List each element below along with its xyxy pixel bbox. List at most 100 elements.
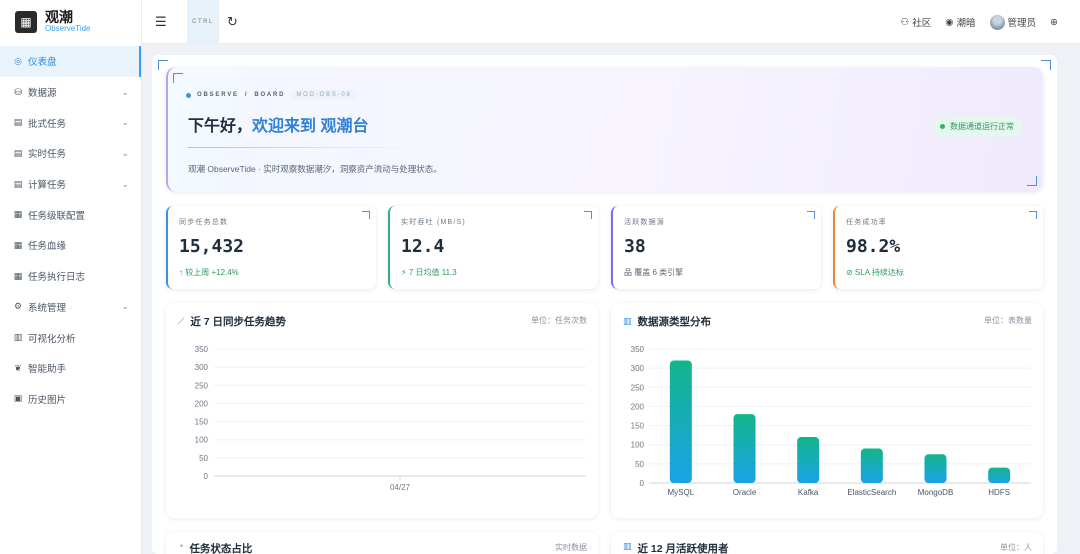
sidebar-item[interactable]: ⚙ 系统管理 ⌄ [0, 292, 141, 323]
source-chart-card: ▥ 数据源类型分布 单位：表数量 0 50 100 150 200 250 300 350 MyS… [611, 303, 1043, 518]
sidebar-item[interactable]: ▤ 实时任务 ⌄ [0, 138, 141, 169]
sidebar-item[interactable]: ▦ 任务执行日志 [0, 261, 141, 292]
sidebar-item-icon: ⛁ [14, 86, 22, 97]
community-icon: ⚇ [900, 16, 910, 28]
sidebar-item-label: 任务级联配置 [28, 210, 86, 222]
sidebar-item-icon: ▦ [13, 209, 23, 220]
y-tick-label: 100 [631, 441, 645, 450]
active-users-title: 近 12 月活跃使用者 [637, 543, 729, 554]
stat-label: 同步任务总数 [179, 219, 229, 226]
brand-title: 观潮 [45, 9, 73, 25]
greeting-title: 下午好，欢迎来到 观潮台 [188, 112, 368, 136]
active-users-card: ▥ 近 12 月活跃使用者 单位：人 [611, 532, 1043, 554]
avatar [989, 14, 1005, 30]
sidebar-item-icon: ▦ [13, 239, 23, 250]
pie-chart-icon: ◔ [178, 541, 184, 551]
bar-hdfs[interactable] [988, 467, 1011, 483]
brand-logo[interactable]: ▦ 观潮 ObserveTide [0, 0, 141, 44]
y-tick-label: 0 [204, 472, 209, 481]
sidebar-item-label: 智能助手 [28, 364, 67, 376]
stat-card: 实时吞吐 (MB/S) 12.4 ⚡ 7 日均值 11.3 [388, 206, 598, 289]
active-users-unit: 单位：人 [1000, 543, 1032, 552]
y-tick-label: 350 [631, 345, 645, 354]
source-chart-plot: 0 50 100 150 200 250 300 350 MySQL Oracle Kafka Ela… [631, 345, 1031, 497]
sidebar-item[interactable]: ▦ 任务血缘 [0, 230, 141, 261]
sidebar-item-icon: ◎ [14, 55, 22, 66]
sidebar-item-label: 计算任务 [28, 180, 67, 192]
frame-corner [1041, 60, 1051, 70]
welcome-banner: OBSERVE / BOARD MOD-OBS-08 下午好，欢迎来到 观潮台 … [166, 67, 1043, 192]
status-dot-icon [940, 124, 945, 129]
stat-corner [807, 211, 815, 219]
x-tick-label: MySQL [667, 488, 694, 497]
user-name: 管理员 [1007, 18, 1037, 29]
stat-card: 任务成功率 98.2% ⊘ SLA 持续达标 [833, 206, 1043, 289]
sidebar-item-label: 任务执行日志 [28, 272, 86, 284]
brand-subtitle: ObserveTide [45, 24, 91, 33]
stat-subtext: 品 覆盖 6 类引擎 [624, 268, 684, 277]
language-icon[interactable]: ⊕ [1050, 17, 1058, 28]
sidebar-item[interactable]: ▥ 可视化分析 [0, 322, 141, 353]
sidebar-item-icon: ▤ [13, 178, 23, 189]
task-status-title: 任务状态占比 [189, 543, 253, 554]
sidebar-item-label: 仪表盘 [28, 57, 57, 69]
task-status-unit: 实时数据 [555, 543, 587, 552]
sidebar-item-icon: ▤ [13, 147, 23, 158]
y-tick-label: 100 [195, 436, 209, 445]
status-text: 数据通道运行正常 [950, 122, 1014, 131]
refresh-icon[interactable]: ↻ [227, 14, 238, 30]
top-header: ☰ CTRL ↻ ⚇ 社区 ◉ 潮暗 管理员 ⊕ [142, 0, 1080, 44]
sidebar: ▦ 观潮 ObserveTide ◎ 仪表盘 ⛁ 数据源 ⌄ ▤ 批式任务 ⌄ ▤ 实时任务 ⌄ ▤ 计… [0, 0, 142, 554]
stat-corner [362, 211, 370, 219]
sidebar-item-icon: ❦ [14, 362, 22, 373]
stat-card: 活跃数据源 38 品 覆盖 6 类引擎 [611, 206, 821, 289]
sidebar-item[interactable]: ▦ 任务级联配置 [0, 199, 141, 230]
bar-mysql[interactable] [669, 360, 692, 483]
bar-elasticsearch[interactable] [860, 448, 883, 483]
stat-corner [1029, 211, 1037, 219]
sidebar-nav: ◎ 仪表盘 ⛁ 数据源 ⌄ ▤ 批式任务 ⌄ ▤ 实时任务 ⌄ ▤ 计算任务 ⌄ ▦ 任务级联配置 ▦ 任务血缘 ▦… [0, 46, 141, 414]
sidebar-item[interactable]: ▤ 计算任务 ⌄ [0, 169, 141, 200]
title-underline [188, 147, 418, 148]
breadcrumb-separator: / [244, 92, 249, 98]
sidebar-item[interactable]: ❦ 智能助手 [0, 353, 141, 384]
x-tick-label: ElasticSearch [847, 488, 896, 497]
stat-value: 98.2% [846, 236, 901, 257]
sidebar-item-label: 任务血缘 [28, 241, 67, 253]
chevron-down-icon: ⌄ [121, 147, 129, 158]
frame-corner [158, 60, 168, 70]
trend-chart-card: ⟋ 近 7 日同步任务趋势 单位：任务次数 0 50 100 150 200 250 300 3… [166, 303, 598, 518]
chevron-down-icon: ⌄ [121, 178, 129, 189]
sidebar-item[interactable]: ⛁ 数据源 ⌄ [0, 77, 141, 108]
banner-corner [1027, 176, 1037, 186]
breadcrumb-board: BOARD [254, 92, 286, 98]
banner-corner [173, 73, 183, 83]
y-tick-label: 50 [635, 460, 644, 469]
x-tick-label: HDFS [988, 488, 1010, 497]
y-tick-label: 300 [631, 364, 645, 373]
x-tick-label: MongoDB [918, 488, 954, 497]
bar-mongodb[interactable] [924, 454, 947, 483]
bar-kafka[interactable] [797, 437, 820, 483]
y-tick-label: 300 [195, 363, 209, 372]
chevron-down-icon: ⌄ [121, 301, 129, 312]
user-menu[interactable]: 管理员 [989, 14, 1037, 30]
sidebar-item-label: 系统管理 [28, 302, 67, 314]
ctrl-shortcut-badge[interactable]: CTRL [187, 0, 219, 44]
theme-toggle[interactable]: ◉ 潮暗 [945, 15, 975, 30]
collapse-menu-icon[interactable]: ☰ [155, 14, 169, 30]
bar-oracle[interactable] [733, 414, 756, 483]
sidebar-item-icon: ▦ [13, 270, 23, 281]
stat-label: 活跃数据源 [624, 219, 665, 226]
sidebar-item[interactable]: ◎ 仪表盘 [0, 46, 141, 77]
sidebar-item[interactable]: ▣ 历史图片 [0, 384, 141, 415]
y-tick-label: 250 [195, 381, 209, 390]
y-tick-label: 0 [640, 479, 645, 488]
sidebar-item-label: 可视化分析 [28, 333, 76, 345]
community-link[interactable]: ⚇ 社区 [900, 15, 932, 30]
trend-chart-plot: 0 50 100 150 200 250 300 350 04/27 [195, 345, 586, 492]
stat-value: 38 [624, 236, 646, 257]
sidebar-item-label: 实时任务 [28, 149, 67, 161]
sidebar-item[interactable]: ▤ 批式任务 ⌄ [0, 107, 141, 138]
task-status-card: ◔ 任务状态占比 实时数据 [166, 532, 598, 554]
